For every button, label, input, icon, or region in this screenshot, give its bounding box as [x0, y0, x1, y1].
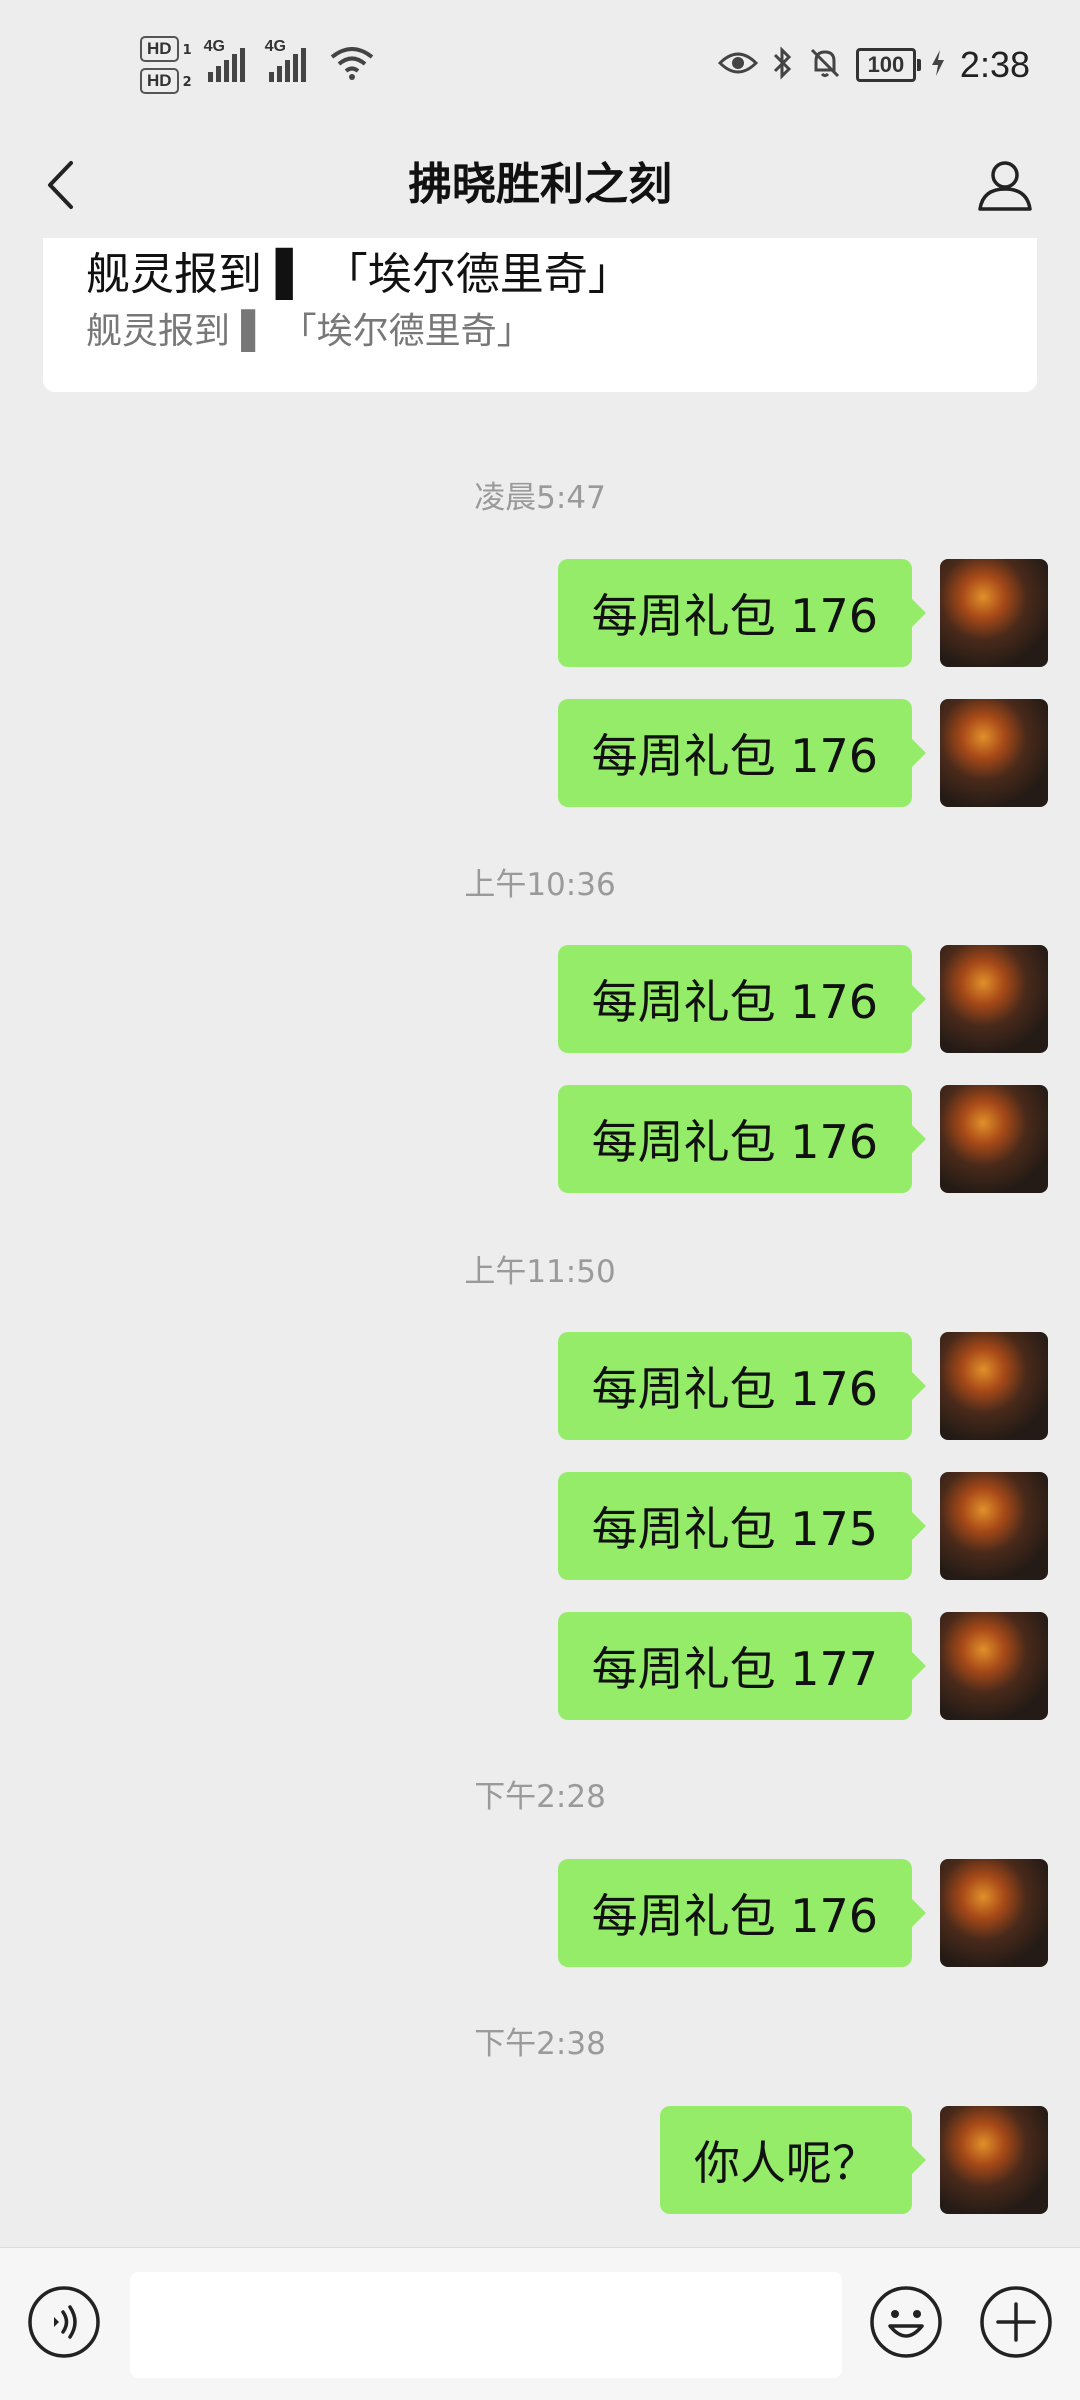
mute-bell-icon [808, 46, 842, 84]
sim1-indicator: HD 1 [140, 36, 192, 62]
network-type-label: 4G [264, 38, 286, 55]
wifi-icon [330, 45, 374, 85]
message-bubble[interactable]: 每周礼包 177 [557, 1612, 927, 1720]
message-row: 每周礼包 176 [557, 1085, 1048, 1193]
message-row: 每周礼包 175 [557, 1472, 1048, 1580]
status-left: HD 1 HD 2 4G 4G [140, 30, 374, 100]
sim2-indicator: HD 2 [140, 68, 192, 94]
pinned-message-card[interactable]: 舰灵报到 ▌ 「埃尔德里奇」 舰灵报到 ▌ 「埃尔德里奇」 [43, 238, 1037, 392]
timestamp: 上午10:36 [464, 867, 616, 903]
bluetooth-icon [772, 46, 794, 84]
message-row: 每周礼包 176 [557, 1859, 1048, 1967]
message-bubble[interactable]: 每周礼包 175 [557, 1472, 927, 1580]
person-icon [978, 161, 1032, 211]
page-title: 拂晓胜利之刻 [408, 159, 672, 210]
signal-icon: 4G [204, 38, 245, 82]
timestamp: 凌晨5:47 [474, 480, 606, 516]
timestamp: 下午2:28 [474, 1779, 606, 1815]
status-right: 100 2:38 [717, 40, 1030, 90]
chat-screen: HD 1 HD 2 4G 4G 100 2:38 拂晓胜利之刻 舰灵报到 ▌ 「… [0, 0, 1080, 2400]
message-row: 每周礼包 176 [557, 945, 1048, 1053]
signal-icon: 4G [265, 38, 306, 82]
message-bubble[interactable]: 每周礼包 176 [557, 945, 927, 1053]
input-bar [0, 2247, 1080, 2400]
sim-number: 2 [182, 75, 192, 90]
avatar[interactable] [940, 559, 1048, 667]
voice-icon [28, 2286, 100, 2358]
timestamp: 下午2:38 [474, 2026, 606, 2062]
message-bubble[interactable]: 每周礼包 176 [557, 1085, 927, 1193]
network-type-label: 4G [203, 38, 225, 55]
timestamp: 上午11:50 [464, 1254, 616, 1290]
message-row: 每周礼包 176 [557, 1332, 1048, 1440]
message-row: 每周礼包 176 [557, 559, 1048, 667]
sim-indicators: HD 1 HD 2 [140, 36, 192, 94]
avatar[interactable] [940, 1859, 1048, 1967]
battery-indicator: 100 [855, 48, 921, 82]
avatar[interactable] [940, 699, 1048, 807]
pinned-title: 舰灵报到 ▌ 「埃尔德里奇」 [86, 249, 632, 300]
eye-icon [717, 49, 759, 81]
status-bar: HD 1 HD 2 4G 4G 100 2:38 [0, 0, 1080, 130]
avatar[interactable] [940, 1472, 1048, 1580]
title-bar: 拂晓胜利之刻 [0, 130, 1080, 240]
voice-button[interactable] [26, 2284, 102, 2360]
message-bubble[interactable]: 每周礼包 176 [557, 1859, 927, 1967]
charging-icon [930, 48, 946, 82]
clock: 2:38 [959, 44, 1030, 85]
avatar[interactable] [940, 1612, 1048, 1720]
message-bubble[interactable]: 你人呢？ [660, 2106, 926, 2214]
more-button[interactable] [978, 2284, 1054, 2360]
plus-icon [980, 2286, 1052, 2358]
avatar[interactable] [940, 1085, 1048, 1193]
emoji-button[interactable] [868, 2284, 944, 2360]
message-row: 你人呢？ [660, 2106, 1048, 2214]
message-row: 每周礼包 176 [557, 699, 1048, 807]
message-row: 每周礼包 177 [557, 1612, 1048, 1720]
emoji-icon [870, 2286, 942, 2358]
sim-number: 1 [182, 43, 192, 58]
avatar[interactable] [940, 945, 1048, 1053]
message-list[interactable]: 凌晨5:47 每周礼包 176 每周礼包 176 上午10:36 每周礼包 17… [0, 392, 1080, 2247]
message-bubble[interactable]: 每周礼包 176 [557, 559, 927, 667]
message-bubble[interactable]: 每周礼包 176 [557, 699, 927, 807]
chat-info-button[interactable] [970, 150, 1040, 220]
hd-badge: HD [140, 36, 179, 62]
avatar[interactable] [940, 1332, 1048, 1440]
avatar[interactable] [940, 2106, 1048, 2214]
hd-badge: HD [140, 68, 179, 94]
message-input[interactable] [130, 2272, 842, 2378]
pinned-subtitle: 舰灵报到 ▌ 「埃尔德里奇」 [86, 311, 533, 352]
message-bubble[interactable]: 每周礼包 176 [557, 1332, 927, 1440]
